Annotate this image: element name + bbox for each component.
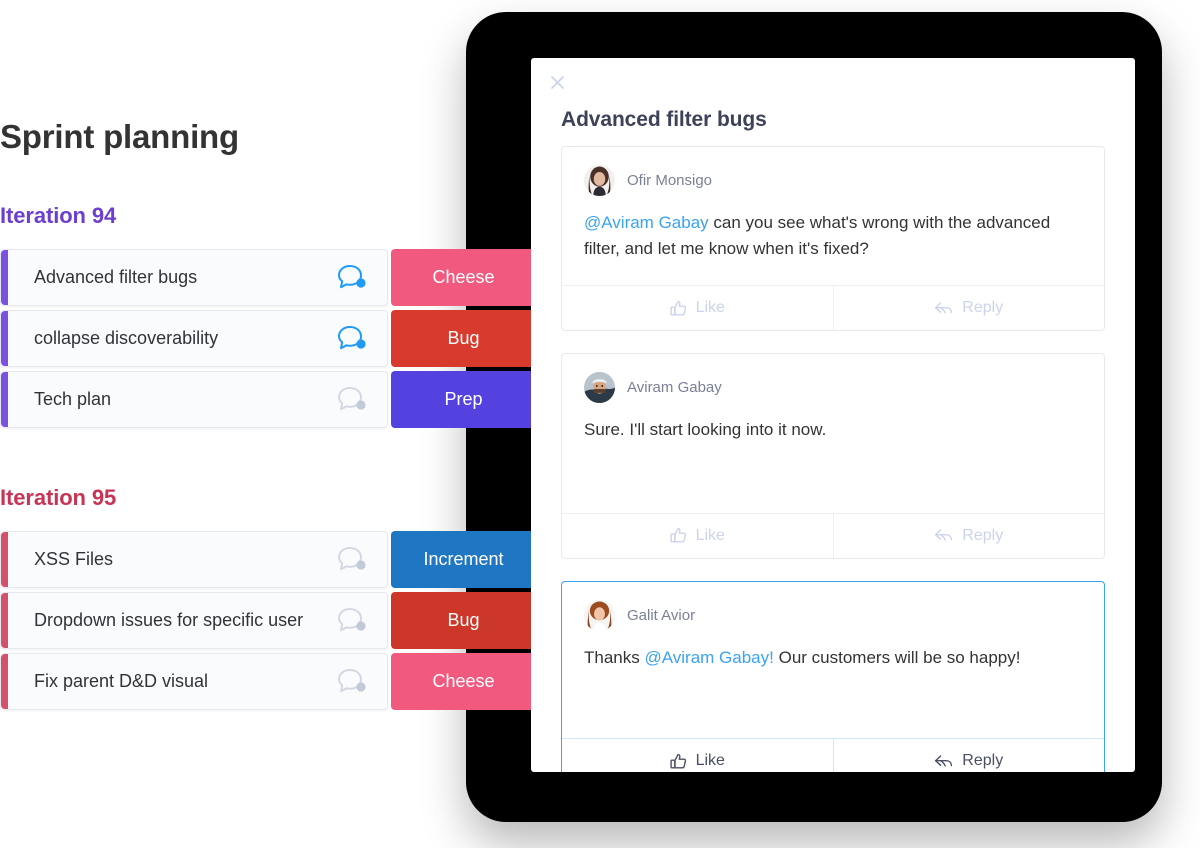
- task-name: Tech plan: [34, 389, 112, 409]
- board-group-iteration-94: Iteration 94 Advanced filter bugs Cheese co…: [0, 205, 560, 432]
- close-icon[interactable]: [544, 69, 570, 95]
- comments-modal: Advanced filter bugs Ofir Monsigo @Aviram…: [531, 58, 1135, 772]
- status-badge[interactable]: Cheese: [391, 653, 536, 710]
- task-name: Fix parent D&D visual: [34, 671, 209, 691]
- reply-arrow-icon: [934, 301, 953, 316]
- table-row[interactable]: Advanced filter bugs Cheese: [0, 249, 560, 306]
- group-color-stripe: [1, 593, 8, 648]
- board-group-iteration-95: Iteration 95 XSS Files Increment Dropdown i…: [0, 487, 560, 714]
- group-title: Iteration 95: [0, 485, 117, 510]
- table-row[interactable]: Dropdown issues for specific user Bug: [0, 592, 560, 649]
- task-card[interactable]: collapse discoverability: [0, 310, 388, 367]
- table-row[interactable]: XSS Files Increment: [0, 531, 560, 588]
- thumbs-up-icon: [669, 753, 687, 770]
- comment-text-before: Thanks: [584, 647, 645, 667]
- comment-card[interactable]: Ofir Monsigo @Aviram Gabay can you see wh…: [561, 146, 1105, 331]
- comment-actions: Like Reply: [562, 285, 1104, 330]
- reply-label: Reply: [962, 526, 1004, 544]
- chat-bubble-icon[interactable]: [337, 386, 367, 414]
- thumbs-up-icon: [669, 300, 687, 317]
- modal-title: Advanced filter bugs: [561, 108, 767, 131]
- group-color-stripe: [1, 532, 8, 587]
- comment-header: Ofir Monsigo: [562, 147, 1104, 196]
- table-row[interactable]: Fix parent D&D visual Cheese: [0, 653, 560, 710]
- status-badge[interactable]: Cheese: [391, 249, 536, 306]
- comment-author: Ofir Monsigo: [627, 172, 713, 189]
- comment-text: @Aviram Gabay can you see what's wrong w…: [562, 196, 1104, 261]
- like-label: Like: [695, 752, 725, 769]
- reply-button[interactable]: Reply: [832, 513, 1105, 558]
- status-badge[interactable]: Increment: [391, 531, 536, 588]
- chat-bubble-icon[interactable]: [337, 546, 367, 574]
- mention-link[interactable]: @Aviram Gabay: [584, 213, 709, 232]
- comment-spacer: [562, 670, 1104, 720]
- task-card[interactable]: Tech plan: [0, 371, 388, 428]
- task-name: collapse discoverability: [34, 328, 219, 348]
- comment-spacer: [562, 443, 1104, 495]
- chat-bubble-icon[interactable]: [337, 668, 367, 696]
- task-card[interactable]: Advanced filter bugs: [0, 249, 388, 306]
- comment-list: Ofir Monsigo @Aviram Gabay can you see wh…: [561, 146, 1105, 772]
- reply-button[interactable]: Reply: [832, 286, 1105, 330]
- avatar: [584, 165, 615, 196]
- mention-link[interactable]: @Aviram Gabay!: [644, 648, 773, 667]
- like-label: Like: [695, 299, 725, 316]
- thumbs-up-icon: [669, 527, 687, 544]
- task-name: Dropdown issues for specific user: [34, 610, 304, 630]
- comment-text-before: Sure. I'll start looking into it now.: [584, 420, 827, 439]
- comment-text-after: Our customers will be so happy!: [773, 647, 1021, 667]
- chat-bubble-icon[interactable]: [337, 607, 367, 635]
- page-title: Sprint planning: [0, 118, 239, 155]
- task-name: XSS Files: [34, 549, 114, 569]
- reply-label: Reply: [962, 752, 1004, 769]
- comment-spacer: [562, 261, 1104, 267]
- reply-label: Reply: [962, 299, 1004, 316]
- comment-text: Sure. I'll start looking into it now.: [562, 403, 1104, 443]
- comment-actions: Like Reply: [562, 738, 1104, 772]
- board: Sprint planning Iteration 94 Advanced fil…: [0, 0, 560, 848]
- comment-header: Galit Avior: [562, 582, 1104, 631]
- like-button[interactable]: Like: [562, 514, 833, 558]
- chat-bubble-icon[interactable]: [337, 264, 367, 292]
- comment-card[interactable]: Aviram Gabay Sure. I'll start looking int…: [561, 353, 1105, 559]
- like-button[interactable]: Like: [562, 739, 833, 772]
- comment-card[interactable]: Galit Avior Thanks @Aviram Gabay! Our cus…: [561, 580, 1105, 772]
- like-button[interactable]: Like: [562, 286, 833, 330]
- status-badge[interactable]: Bug: [391, 310, 536, 367]
- comment-author: Aviram Gabay: [627, 379, 722, 396]
- group-color-stripe: [1, 250, 8, 305]
- comment-author: Galit Avior: [627, 606, 696, 624]
- chat-bubble-icon[interactable]: [337, 325, 367, 353]
- comment-actions: Like Reply: [562, 512, 1105, 558]
- group-color-stripe: [1, 654, 8, 709]
- comment-header: Aviram Gabay: [562, 354, 1104, 403]
- like-label: Like: [695, 526, 725, 544]
- reply-button[interactable]: Reply: [832, 739, 1105, 772]
- table-row[interactable]: Tech plan Prep: [0, 371, 560, 428]
- comment-text: Thanks @Aviram Gabay! Our customers will…: [562, 631, 1104, 671]
- task-card[interactable]: Dropdown issues for specific user: [0, 592, 388, 649]
- task-name: Advanced filter bugs: [34, 267, 198, 287]
- group-color-stripe: [1, 311, 8, 366]
- task-card[interactable]: Fix parent D&D visual: [0, 653, 388, 710]
- reply-arrow-icon: [934, 528, 953, 543]
- table-row[interactable]: collapse discoverability Bug: [0, 310, 560, 367]
- status-badge[interactable]: Bug: [391, 592, 536, 649]
- group-title: Iteration 94: [0, 203, 117, 228]
- status-badge[interactable]: Prep: [391, 371, 536, 428]
- reply-arrow-icon: [934, 754, 953, 769]
- task-card[interactable]: XSS Files: [0, 531, 388, 588]
- avatar: [584, 372, 615, 403]
- group-color-stripe: [1, 372, 8, 427]
- avatar: [584, 599, 615, 631]
